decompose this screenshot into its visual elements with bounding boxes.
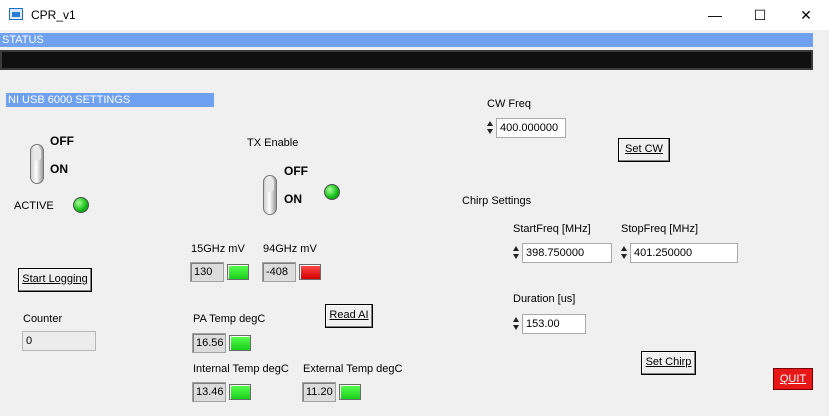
tx-enable-label: TX Enable	[247, 137, 299, 149]
window-title: CPR_v1	[31, 8, 76, 22]
stop-freq-label: StopFreq [MHz]	[621, 223, 699, 235]
active-off-label: OFF	[50, 134, 74, 148]
internal-temp-led-icon	[229, 384, 251, 400]
duration-input[interactable]: 153.00	[522, 314, 586, 334]
cw-freq-label: CW Freq	[487, 98, 531, 110]
ghz94-label: 94GHz mV	[263, 243, 317, 255]
duration-label: Duration [us]	[513, 293, 576, 305]
pa-temp-value: 16.56	[192, 333, 226, 353]
active-on-label: ON	[50, 162, 68, 176]
stop-freq-spinner[interactable]	[620, 243, 629, 263]
external-temp-value: 11.20	[302, 382, 336, 402]
quit-label: QUIT	[779, 373, 807, 385]
status-field	[0, 50, 813, 70]
spin-down-icon[interactable]	[513, 254, 519, 259]
set-chirp-button[interactable]: Set Chirp	[641, 351, 696, 375]
spin-up-icon[interactable]	[487, 121, 493, 126]
start-freq-label: StartFreq [MHz]	[513, 223, 591, 235]
external-temp-label: External Temp degC	[303, 363, 403, 375]
start-freq-input[interactable]: 398.750000	[522, 243, 612, 263]
active-label: ACTIVE	[14, 200, 54, 212]
spin-down-icon[interactable]	[513, 325, 519, 330]
counter-field: 0	[22, 331, 96, 351]
cw-freq-input[interactable]: 400.000000	[496, 118, 566, 138]
start-logging-button[interactable]: Start Logging	[18, 268, 92, 292]
counter-label: Counter	[23, 313, 63, 325]
tx-led-icon	[324, 184, 340, 200]
status-label: STATUS	[0, 33, 813, 47]
ghz94-value: -408	[262, 262, 296, 282]
ghz15-label: 15GHz mV	[191, 243, 245, 255]
chirp-settings-label: Chirp Settings	[462, 195, 532, 207]
quit-button[interactable]: QUIT	[773, 368, 813, 390]
tx-on-label: ON	[284, 192, 302, 206]
stop-freq-input[interactable]: 401.250000	[630, 243, 738, 263]
ghz94-led-icon	[299, 264, 321, 280]
cw-freq-spinner[interactable]	[486, 118, 495, 138]
set-cw-button[interactable]: Set CW	[618, 138, 670, 162]
read-ai-button[interactable]: Read AI	[325, 304, 373, 328]
section-label: NI USB 6000 SETTINGS	[6, 93, 214, 107]
internal-temp-value: 13.46	[192, 382, 226, 402]
spin-up-icon[interactable]	[513, 246, 519, 251]
spin-down-icon[interactable]	[621, 254, 627, 259]
internal-temp-label: Internal Temp degC	[193, 363, 289, 375]
close-button[interactable]: ✕	[783, 0, 829, 30]
app-icon	[9, 8, 23, 20]
duration-spinner[interactable]	[512, 314, 521, 334]
tx-toggle-switch[interactable]	[263, 175, 277, 215]
pa-temp-led-icon	[229, 335, 251, 351]
external-temp-led-icon	[339, 384, 361, 400]
minimize-button[interactable]: —	[692, 0, 738, 30]
set-cw-label: Set CW	[625, 143, 663, 155]
ghz15-led-icon	[227, 264, 249, 280]
active-toggle-switch[interactable]	[30, 144, 44, 184]
spin-up-icon[interactable]	[621, 246, 627, 251]
ghz15-value: 130	[190, 262, 224, 282]
spin-up-icon[interactable]	[513, 317, 519, 322]
spin-down-icon[interactable]	[487, 129, 493, 134]
start-logging-label: Start Logging	[22, 273, 88, 285]
tx-off-label: OFF	[284, 164, 308, 178]
maximize-button[interactable]: ☐	[737, 0, 783, 30]
set-chirp-label: Set Chirp	[645, 356, 692, 368]
pa-temp-label: PA Temp degC	[193, 313, 266, 325]
start-freq-spinner[interactable]	[512, 243, 521, 263]
read-ai-label: Read AI	[329, 309, 369, 321]
active-led-icon	[73, 197, 89, 213]
